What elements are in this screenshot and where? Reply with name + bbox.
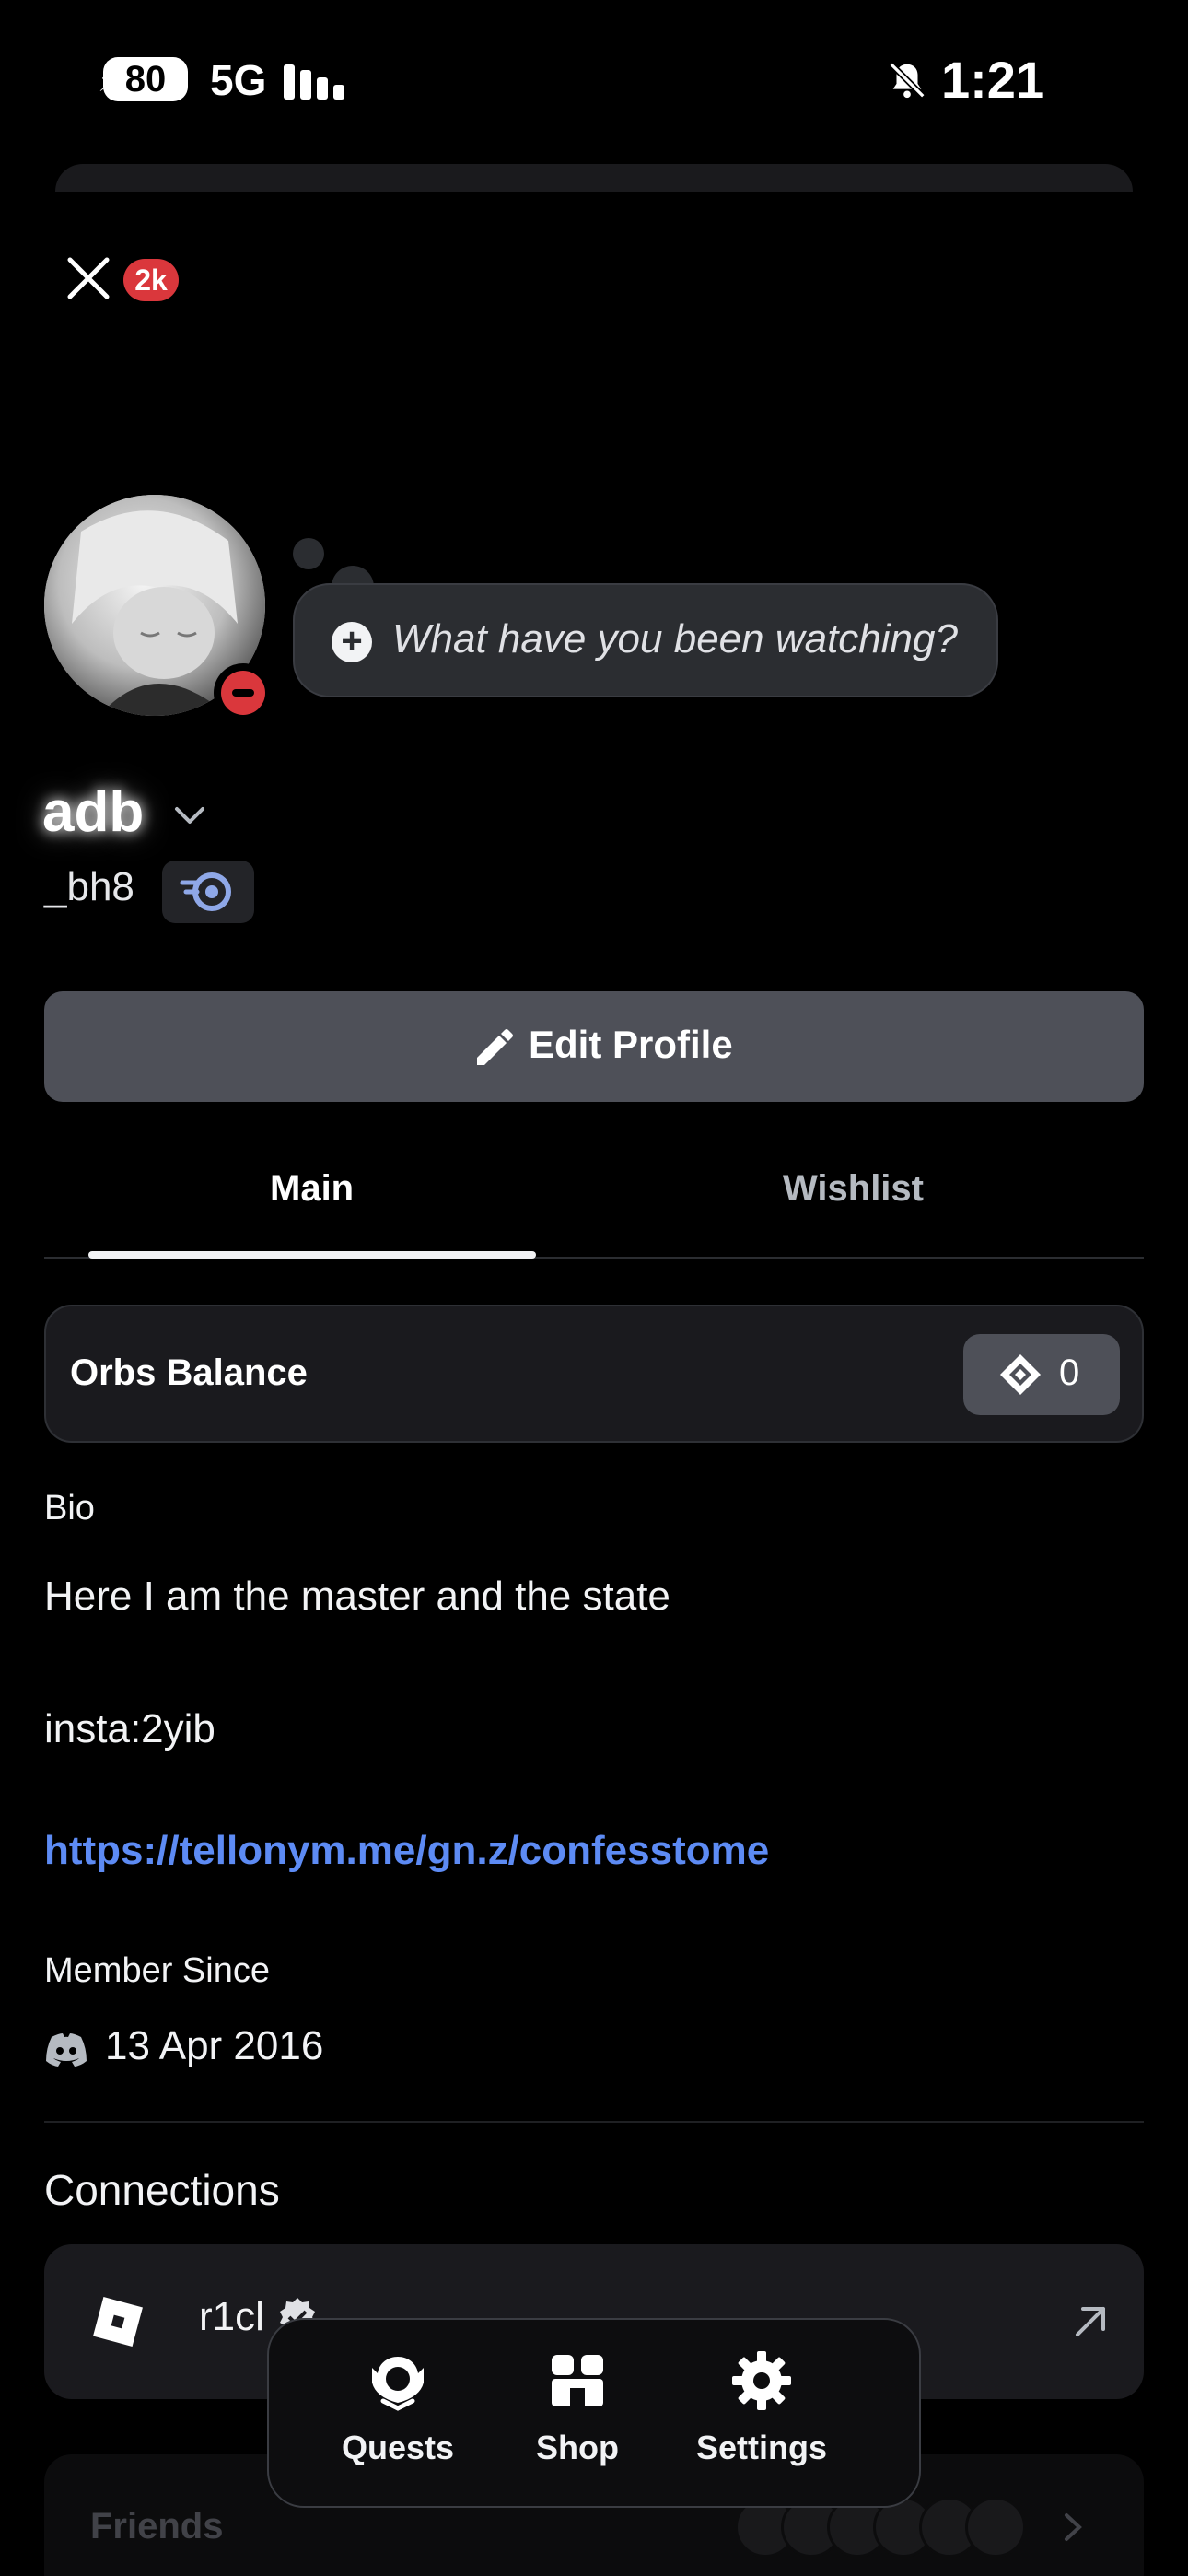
tab-main[interactable]: Main	[270, 1168, 354, 1210]
edit-profile-label: Edit Profile	[529, 1023, 733, 1066]
muted-bell-icon	[889, 62, 926, 99]
bio-line: Here I am the master and the state	[44, 1574, 670, 1619]
roblox-icon	[93, 2297, 143, 2347]
signal-icon	[284, 61, 348, 100]
edit-profile-button[interactable]: Edit Profile	[44, 991, 1144, 1102]
discord-icon	[46, 2033, 87, 2067]
status-bar: ⚡ 80 5G 1:21	[0, 0, 1188, 157]
quests-icon	[372, 2357, 424, 2411]
nav-shop[interactable]: Shop	[499, 2348, 656, 2486]
orbs-balance-value: 0	[1059, 1352, 1080, 1393]
nav-settings-label: Settings	[695, 2429, 827, 2466]
sheet-edge	[55, 164, 1133, 192]
username: _bh8	[44, 864, 134, 909]
status-prompt: What have you been watching?	[392, 616, 958, 662]
friend-avatar	[965, 2497, 1026, 2558]
close-icon[interactable]	[61, 251, 116, 306]
dnd-status-icon	[214, 663, 273, 722]
pencil-icon	[477, 1029, 513, 1065]
section-divider	[44, 2121, 1144, 2123]
display-name: adb	[42, 780, 145, 844]
orbs-balance-card[interactable]: Orbs Balance 0	[44, 1305, 1144, 1443]
orbs-balance-pill[interactable]: 0	[963, 1334, 1120, 1415]
bio-link[interactable]: https://tellonym.me/gn.z/confesstome	[44, 1828, 769, 1874]
nav-quests-label: Quests	[341, 2429, 455, 2466]
orbs-balance-label: Orbs Balance	[70, 1352, 308, 1393]
chevron-right-icon	[1065, 2513, 1082, 2541]
battery-indicator: ⚡ 80	[98, 57, 188, 101]
bio-label: Bio	[44, 1489, 95, 1528]
network-type: 5G	[210, 56, 267, 104]
orb-icon	[1000, 1354, 1041, 1395]
clock: 1:21	[941, 51, 1045, 109]
custom-status-bubble[interactable]: + What have you been watching?	[293, 583, 998, 697]
external-link-icon[interactable]	[1068, 2300, 1112, 2344]
friends-label: Friends	[90, 2506, 224, 2547]
plus-icon: +	[332, 622, 372, 662]
active-tab-indicator	[88, 1251, 536, 1259]
battery-level: 80	[124, 59, 167, 100]
tab-wishlist[interactable]: Wishlist	[783, 1168, 924, 1210]
chevron-down-icon[interactable]	[171, 802, 208, 829]
nav-quests[interactable]: Quests	[320, 2348, 476, 2486]
member-since-date: 13 Apr 2016	[105, 2023, 324, 2068]
bottom-nav: Quests Shop Settings	[267, 2318, 921, 2508]
thought-dot	[293, 538, 324, 569]
nitro-icon	[180, 872, 231, 911]
gear-icon	[732, 2351, 791, 2410]
nitro-badge[interactable]	[162, 861, 254, 923]
member-since-label: Member Since	[44, 1951, 270, 1990]
connections-title: Connections	[44, 2166, 280, 2214]
shop-icon	[552, 2355, 603, 2406]
charging-icon: ⚡	[98, 64, 120, 99]
profile-screen: ⚡ 80 5G 1:21 2k + What have you been wat…	[0, 0, 1188, 2576]
bio-line: insta:2yib	[44, 1706, 215, 1751]
nav-settings[interactable]: Settings	[683, 2348, 840, 2486]
connection-name: r1cl	[199, 2294, 264, 2339]
notification-badge: 2k	[123, 259, 179, 301]
nav-shop-label: Shop	[536, 2429, 619, 2466]
